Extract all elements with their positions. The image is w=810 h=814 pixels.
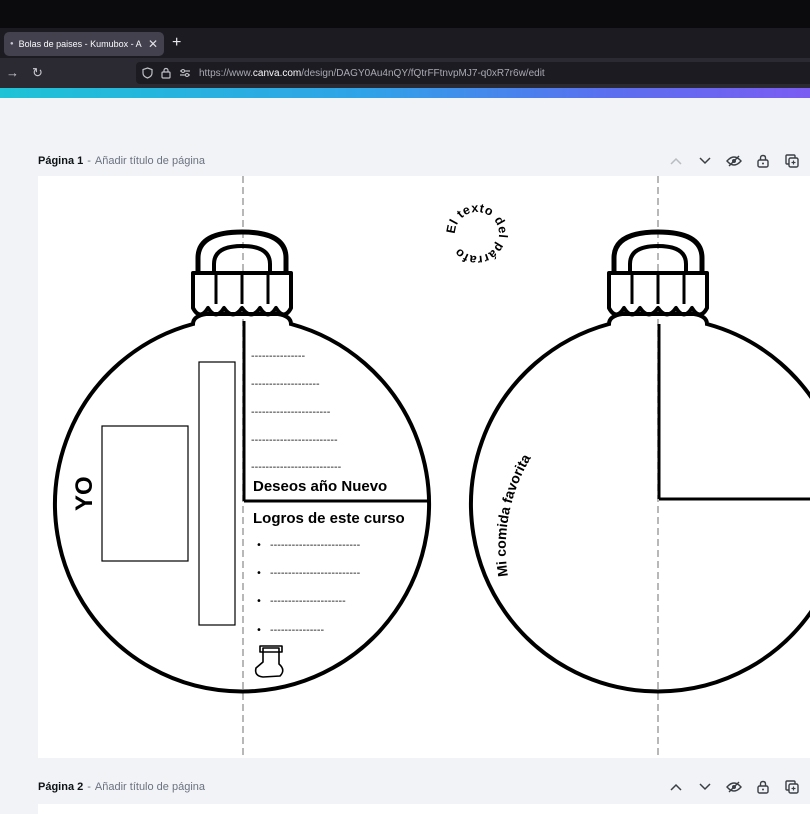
stocking-icon [254, 645, 284, 678]
page-2-controls [668, 779, 800, 795]
page-1-header[interactable]: Página 1 - Añadir título de página [38, 155, 205, 167]
shield-icon[interactable] [142, 67, 153, 79]
bullet-line[interactable]: --------------------- [270, 596, 346, 607]
ornament-left-strip-box [198, 361, 236, 626]
page-1-canvas[interactable]: YO --------------- ------------------- -… [38, 176, 810, 758]
bullet-line[interactable]: --------------- [270, 625, 325, 636]
logros-bullets: • ------------------------- • ----------… [256, 540, 361, 636]
duplicate-page-icon[interactable] [784, 779, 800, 795]
yo-label[interactable]: YO [71, 476, 98, 511]
dash-line[interactable]: ---------------------- [251, 407, 331, 418]
page-1-controls [668, 153, 800, 169]
ornament-left-ball [53, 312, 431, 694]
mi-comida-favorita-label[interactable]: Mi comida favorita [493, 451, 534, 578]
circular-text[interactable]: El texto del párrafo [444, 201, 510, 267]
deseos-dash-lines: --------------- ------------------- ----… [251, 351, 342, 473]
dash-line[interactable]: ------------------------- [251, 462, 342, 473]
page-2-title: Página 2 [38, 781, 84, 793]
ornament-left-photo-box [101, 425, 189, 562]
tab-close-icon[interactable]: ✕ [148, 37, 158, 51]
page-2-title-placeholder[interactable]: Añadir título de página [95, 781, 205, 793]
permissions-icon[interactable] [179, 68, 191, 78]
address-bar[interactable]: https://www.canva.com/design/DAGY0Au4nQY… [136, 62, 810, 84]
lock-page-icon[interactable] [755, 779, 771, 795]
deseos-title[interactable]: Deseos año Nuevo [253, 478, 387, 495]
bullet-dot: • [256, 625, 262, 636]
circular-text-path: El texto del párrafo [444, 201, 510, 267]
chevron-up-icon[interactable] [668, 779, 684, 795]
lock-page-icon[interactable] [755, 153, 771, 169]
hide-page-eye-icon[interactable] [726, 153, 742, 169]
url-prefix: https://www. [199, 67, 253, 79]
page-2-separator: - [87, 781, 91, 793]
lock-icon[interactable] [161, 67, 171, 79]
url-domain: canva.com [252, 67, 302, 79]
bullet-dot: • [256, 596, 262, 607]
bullet-dot: • [256, 568, 262, 579]
logros-title[interactable]: Logros de este curso [253, 510, 405, 527]
os-top-bar [0, 0, 810, 28]
bullet-dot: • [256, 540, 262, 551]
bullet-line[interactable]: ------------------------- [270, 568, 361, 579]
chevron-down-icon[interactable] [697, 153, 713, 169]
forward-arrow-icon[interactable]: → [6, 64, 19, 82]
page-1-title-placeholder[interactable]: Añadir título de página [95, 155, 205, 167]
url-text[interactable]: https://www.canva.com/design/DAGY0Au4nQY… [199, 68, 545, 79]
bullet-line[interactable]: ------------------------- [270, 540, 361, 551]
page-1-artwork: YO --------------- ------------------- -… [53, 176, 810, 758]
reload-icon[interactable]: ↻ [32, 64, 43, 82]
page-2-canvas[interactable] [38, 804, 810, 814]
tab-title: Bolas de paises - Kumubox - A [18, 39, 142, 49]
page-1-title: Página 1 [38, 155, 84, 167]
dash-line[interactable]: ------------------------ [251, 435, 338, 446]
chevron-up-icon[interactable] [668, 153, 684, 169]
page-1-separator: - [87, 155, 91, 167]
mi-comida-favorita-path: Mi comida favorita [493, 451, 534, 578]
ornament-right-ball [469, 312, 810, 694]
page-2-header[interactable]: Página 2 - Añadir título de página [38, 781, 205, 793]
dash-line[interactable]: ------------------- [251, 379, 320, 390]
browser-tab-active[interactable]: ● Bolas de paises - Kumubox - A ✕ [4, 32, 164, 56]
new-tab-button[interactable]: + [172, 34, 181, 52]
url-path: /design/DAGY0Au4nQY/fQtrFFtnvpMJ7-q0xR7r… [301, 67, 545, 79]
ornament-left-hanger-outer [195, 229, 289, 276]
canva-header-gradient [0, 88, 810, 98]
duplicate-page-icon[interactable] [784, 153, 800, 169]
dash-line[interactable]: --------------- [251, 351, 306, 362]
chevron-down-icon[interactable] [697, 779, 713, 795]
hide-page-eye-icon[interactable] [726, 779, 742, 795]
tab-favicon-icon: ● [10, 41, 14, 47]
